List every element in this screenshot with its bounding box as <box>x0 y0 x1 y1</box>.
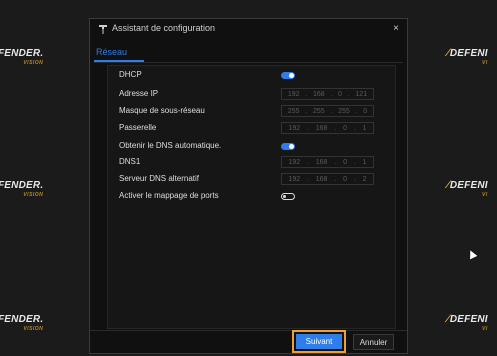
dns1-input[interactable]: 192. 168. 0. 1 <box>281 156 374 168</box>
ip-octet: 0 <box>343 175 347 183</box>
ip-octet: 168 <box>312 90 325 98</box>
ip-octet: 192 <box>288 175 301 183</box>
ip-octet: 2 <box>362 175 367 183</box>
field-label: Masque de sous-réseau <box>119 106 205 115</box>
next-button-focus-ring: Suivant <box>292 330 346 353</box>
next-button[interactable]: Suivant <box>296 334 342 349</box>
field-label: Obtenir le DNS automatique. <box>119 141 222 150</box>
watermark-logo: ⁄DEFENI VI <box>447 179 488 198</box>
ip-octet: 0 <box>343 124 347 132</box>
ip-octet: 255 <box>338 107 350 115</box>
ip-octet: 192 <box>288 124 301 132</box>
auto-dns-toggle[interactable] <box>281 143 295 150</box>
port-mapping-toggle[interactable] <box>281 193 295 200</box>
network-settings-panel: DHCP Adresse IP 192. 168. 0. 121 Masque … <box>107 65 396 329</box>
tab-divider <box>94 62 403 63</box>
field-label: Activer le mappage de ports <box>119 191 219 200</box>
field-label: Serveur DNS alternatif <box>119 174 200 183</box>
ip-octet: 192 <box>288 158 301 166</box>
field-row-subnet: Masque de sous-réseau 255. 255. 255. 0 <box>108 105 395 119</box>
watermark-logo: FENDER. VISION <box>0 314 44 332</box>
field-row-gateway: Passerelle 192. 168. 0. 1 <box>108 122 395 136</box>
footer-divider <box>90 330 407 331</box>
ip-octet: 192 <box>287 90 300 98</box>
field-row-dns1: DNS1 192. 168. 0. 1 <box>108 156 395 170</box>
tab-network[interactable]: Réseau <box>96 47 127 57</box>
ip-octet: 0 <box>343 158 347 166</box>
ip-octet: 168 <box>315 158 328 166</box>
field-row-ip: Adresse IP 192. 168. 0. 121 <box>108 88 395 102</box>
mouse-cursor-icon <box>466 248 478 260</box>
ip-octet: 1 <box>362 158 367 166</box>
watermark-logo: FENDER. VISION <box>0 48 44 66</box>
field-label: Adresse IP <box>119 89 159 98</box>
dhcp-toggle[interactable] <box>281 72 295 79</box>
field-row-port-mapping: Activer le mappage de ports <box>108 190 395 204</box>
field-row-dhcp: DHCP <box>108 69 395 83</box>
field-label: Passerelle <box>119 123 157 132</box>
subnet-mask-input[interactable]: 255. 255. 255. 0 <box>281 105 374 117</box>
close-icon[interactable]: × <box>393 23 399 34</box>
ip-octet: 255 <box>312 107 325 115</box>
dialog-title: Assistant de configuration <box>112 23 216 33</box>
wizard-icon <box>99 25 107 34</box>
field-row-auto-dns: Obtenir le DNS automatique. <box>108 140 395 154</box>
watermark-logo: FENDER. VISION <box>0 180 44 198</box>
watermark-logo: ⁄DEFENI VI <box>447 47 488 66</box>
ip-octet: 121 <box>355 90 368 98</box>
ip-octet: 168 <box>315 124 328 132</box>
ip-octet: 1 <box>362 124 367 132</box>
watermark-logo: ⁄DEFENI VI <box>447 313 488 332</box>
alternate-dns-input[interactable]: 192. 168. 0. 2 <box>281 173 374 185</box>
ip-address-input[interactable]: 192. 168. 0. 121 <box>281 88 374 100</box>
field-label: DHCP <box>119 70 142 79</box>
field-row-alt-dns: Serveur DNS alternatif 192. 168. 0. 2 <box>108 173 395 187</box>
dialog-titlebar: Assistant de configuration × <box>90 19 407 39</box>
ip-octet: 168 <box>315 175 328 183</box>
setup-wizard-dialog: Assistant de configuration × Réseau DHCP… <box>89 18 408 354</box>
ip-octet: 0 <box>338 90 342 98</box>
cancel-button[interactable]: Annuler <box>353 334 394 350</box>
ip-octet: 255 <box>287 107 300 115</box>
ip-octet: 0 <box>363 107 368 115</box>
field-label: DNS1 <box>119 157 141 166</box>
gateway-input[interactable]: 192. 168. 0. 1 <box>281 122 374 134</box>
